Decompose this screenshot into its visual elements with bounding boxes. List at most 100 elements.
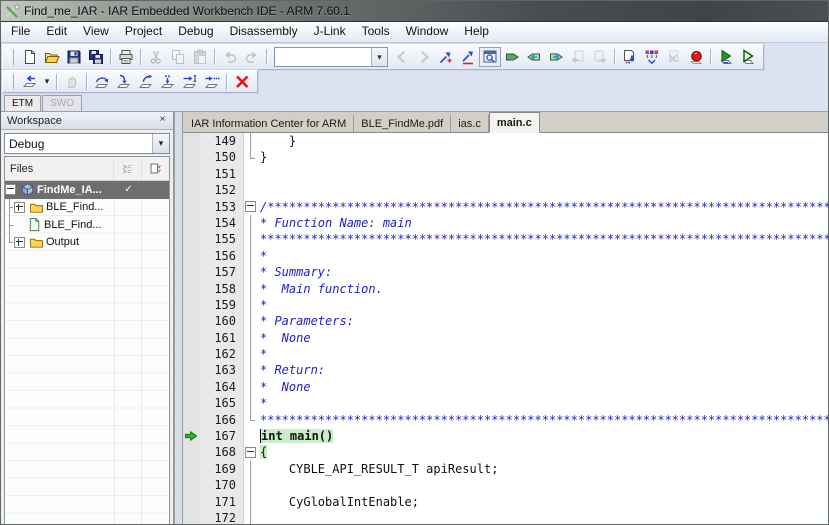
code-line-161[interactable]: 161 * None [183,329,828,347]
next-statement-icon[interactable] [157,72,179,92]
breakpoint-margin[interactable] [183,460,200,478]
menu-debug[interactable]: Debug [170,22,221,42]
breakpoint-margin[interactable] [183,214,200,232]
goto-previous-icon[interactable] [391,47,413,67]
breakpoint-margin[interactable] [183,477,200,494]
code-line-156[interactable]: 156 * [183,247,828,265]
trace-tab-etm[interactable]: ETM [4,95,42,111]
code-line-155[interactable]: 155 *************************************… [183,231,828,248]
output-column-icon[interactable] [141,157,169,180]
expand-icon[interactable] [14,236,25,248]
breakpoint-margin[interactable] [183,313,200,330]
breakpoint-margin[interactable] [183,280,200,297]
code-line-172[interactable]: 172 [183,509,828,524]
code-line-159[interactable]: 159 * [183,296,828,314]
download-debug-icon[interactable] [715,47,737,67]
tree-item-output[interactable]: Output [5,233,169,252]
current-statement-arrow-icon[interactable] [183,428,200,445]
paste-icon[interactable] [189,47,211,67]
code-line-160[interactable]: 160 * Parameters: [183,313,828,330]
menu-help[interactable]: Help [456,22,497,42]
next-bookmark-icon[interactable] [457,47,479,67]
breakpoint-margin[interactable] [183,165,200,183]
new-document-icon[interactable] [19,47,41,67]
tree-item-ble-find[interactable]: BLE_Find... [5,198,169,217]
menu-window[interactable]: Window [398,22,457,42]
breakpoint-margin[interactable] [183,264,200,281]
breakpoint-margin[interactable] [183,133,200,150]
redo-icon[interactable] [241,47,263,67]
breakpoint-margin[interactable] [183,346,200,363]
breakpoint-margin[interactable] [183,493,200,510]
browse-forward-icon[interactable] [589,47,611,67]
toolbar-grip[interactable] [9,48,14,66]
quick-search-combobox[interactable]: ▾ [274,47,388,67]
copy-icon[interactable] [167,47,189,67]
menu-project[interactable]: Project [117,22,170,42]
tree-item-findme-ia[interactable]: FindMe_IA... ✓ [5,181,169,199]
breakpoint-margin[interactable] [183,198,200,215]
find-in-files-icon[interactable] [479,47,501,67]
breakpoint-margin[interactable] [183,149,200,166]
code-line-165[interactable]: 165 * [183,395,828,412]
chevron-down-icon[interactable]: ▾ [152,134,169,153]
reset-icon[interactable] [19,72,41,92]
code-line-152[interactable]: 152 [183,182,828,199]
menu-disassembly[interactable]: Disassembly [222,22,306,42]
code-line-151[interactable]: 151 [183,165,828,183]
code-line-164[interactable]: 164 * None [183,378,828,396]
collapse-icon[interactable] [245,201,256,213]
undo-icon[interactable] [219,47,241,67]
option-column-icon[interactable] [113,157,141,180]
breakpoint-margin[interactable] [183,329,200,347]
breakpoint-margin[interactable] [183,509,200,524]
open-file-icon[interactable] [41,47,63,67]
toggle-bookmark-icon[interactable] [435,47,457,67]
fold-margin[interactable] [244,198,257,215]
editor-tab-ble-findme-pdf[interactable]: BLE_FindMe.pdf [354,115,452,132]
breakpoint-margin[interactable] [183,395,200,412]
code-area[interactable]: 149 } 150} 151 152 153/*********************… [183,133,828,524]
stop-debug-icon[interactable] [231,72,253,92]
break-icon[interactable] [61,72,83,92]
editor-tab-ias-c[interactable]: ias.c [451,115,489,132]
toggle-breakpoint-icon[interactable] [685,47,707,67]
code-line-171[interactable]: 171 CyGlobalIntEnable; [183,493,828,510]
toolbar-grip[interactable] [9,74,14,89]
code-line-157[interactable]: 157 * Summary: [183,264,828,281]
autostep-icon[interactable] [201,72,223,92]
run-to-cursor-icon[interactable] [179,72,201,92]
panel-splitter[interactable] [174,112,183,524]
navigate-back-icon[interactable] [523,47,545,67]
breakpoint-margin[interactable] [183,411,200,429]
menu-view[interactable]: View [75,22,117,42]
code-line-167[interactable]: 167 int main() [183,428,828,445]
reset-dropdown-chevron-icon[interactable]: ▾ [41,72,53,92]
step-over-icon[interactable] [91,72,113,92]
code-line-158[interactable]: 158 * Main function. [183,280,828,297]
navigate-forward-icon[interactable] [545,47,567,67]
step-into-icon[interactable] [113,72,135,92]
stop-build-icon[interactable] [663,47,685,67]
editor-tab-main-c[interactable]: main.c [488,112,540,133]
code-line-169[interactable]: 169 CYBLE_API_RESULT_T apiResult; [183,460,828,478]
menu-jlink[interactable]: J-Link [306,22,354,42]
configuration-combobox[interactable]: Debug ▾ [4,133,170,154]
fold-margin[interactable] [244,444,257,461]
go-to-icon[interactable] [501,47,523,67]
make-icon[interactable] [619,47,641,67]
save-icon[interactable] [63,47,85,67]
expand-icon[interactable] [14,201,25,213]
breakpoint-margin[interactable] [183,444,200,461]
breakpoint-margin[interactable] [183,231,200,248]
code-line-149[interactable]: 149 } [183,133,828,150]
chevron-down-icon[interactable]: ▾ [371,48,387,66]
code-line-168[interactable]: 168 { [183,444,828,461]
collapse-icon[interactable] [5,184,16,196]
trace-tab-swo[interactable]: SWO [42,95,82,111]
breakpoint-margin[interactable] [183,362,200,379]
code-line-154[interactable]: 154 * Function Name: main [183,214,828,232]
browse-back-icon[interactable] [567,47,589,67]
menu-file[interactable]: File [3,22,38,42]
cut-icon[interactable] [145,47,167,67]
